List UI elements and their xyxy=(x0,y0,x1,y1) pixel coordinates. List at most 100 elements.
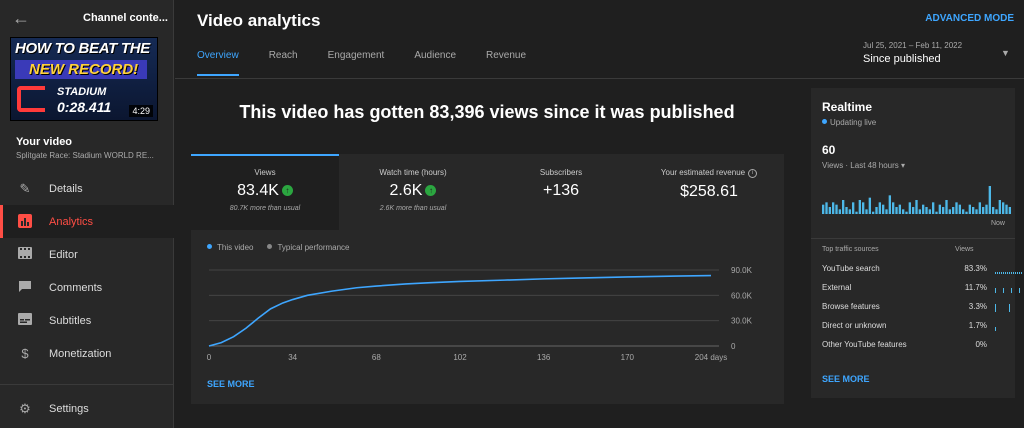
metric-value: +136 xyxy=(542,182,580,199)
realtime-bar xyxy=(998,200,1001,214)
analytics-tabs: Overview Reach Engagement Audience Reven… xyxy=(197,50,556,76)
realtime-bar xyxy=(835,204,838,214)
realtime-bar xyxy=(915,200,918,214)
realtime-bar xyxy=(1008,207,1011,214)
metric-label: Views xyxy=(254,168,276,177)
traffic-source-pct: 0% xyxy=(975,340,987,349)
sparkline-bar xyxy=(1007,272,1008,274)
info-icon[interactable]: i xyxy=(748,169,758,178)
traffic-source-label: External xyxy=(822,283,852,292)
realtime-bar xyxy=(892,202,895,214)
realtime-bar xyxy=(975,209,978,214)
y-tick-label: 90.0K xyxy=(731,266,753,275)
y-tick-label: 60.0K xyxy=(731,291,753,300)
realtime-bar xyxy=(865,209,868,214)
realtime-bar xyxy=(935,211,938,214)
sidebar-item-editor[interactable]: Editor xyxy=(0,238,174,271)
traffic-source-sparkline xyxy=(995,327,996,331)
views-line-chart: 0 30.0K 60.0K 90.0K 0 34 68 102 136 170 204 days xyxy=(207,266,753,362)
realtime-bar xyxy=(972,207,975,214)
realtime-bar xyxy=(842,200,845,214)
tab-overview[interactable]: Overview xyxy=(197,50,239,76)
x-tick-label: 34 xyxy=(288,353,297,362)
realtime-bar xyxy=(958,204,961,214)
metric-comparison: 80.7K more than usual xyxy=(229,205,301,212)
realtime-bar xyxy=(1005,204,1008,214)
sparkline-bar xyxy=(1003,272,1004,274)
back-arrow-icon[interactable]: ← xyxy=(12,8,30,28)
realtime-bar xyxy=(982,207,985,214)
pencil-icon: ✎ xyxy=(19,180,31,196)
realtime-bar xyxy=(905,211,908,214)
sidebar-item-subtitles[interactable]: Subtitles xyxy=(0,304,174,337)
tab-audience[interactable]: Audience xyxy=(414,50,456,76)
sidebar: ← Channel conte... HOW TO BEAT THE NEW R… xyxy=(0,0,174,428)
video-thumbnail[interactable]: HOW TO BEAT THE NEW RECORD! STADIUM 0:28… xyxy=(10,37,158,121)
overview-card: Views 83.4K ↑ 80.7K more than usual Watch… xyxy=(191,154,784,404)
splitgate-logo xyxy=(17,86,45,112)
sparkline-bar xyxy=(1013,272,1014,274)
metric-views[interactable]: Views 83.4K ↑ 80.7K more than usual xyxy=(191,154,339,230)
x-tick-label: 170 xyxy=(621,353,635,362)
arrow-up-icon: ↑ xyxy=(425,185,437,196)
see-more-button[interactable]: SEE MORE xyxy=(207,379,255,389)
sources-header: Top traffic sources xyxy=(822,246,879,253)
realtime-divider xyxy=(811,238,1015,239)
thumbnail-text-2: NEW RECORD! xyxy=(29,61,139,78)
tab-revenue[interactable]: Revenue xyxy=(486,50,526,76)
sidebar-item-comments[interactable]: Comments xyxy=(0,271,174,304)
realtime-bar xyxy=(945,200,948,214)
thumbnail-text-3: STADIUM xyxy=(57,86,107,98)
traffic-source-row: YouTube search 83.3% xyxy=(822,264,1022,276)
realtime-bar xyxy=(995,209,998,214)
realtime-bar xyxy=(928,209,931,214)
sidebar-item-monetization[interactable]: $ Monetization xyxy=(0,337,174,370)
tab-reach[interactable]: Reach xyxy=(269,50,298,76)
tab-engagement[interactable]: Engagement xyxy=(328,50,385,76)
date-range[interactable]: Jul 25, 2021 – Feb 11, 2022 xyxy=(863,41,962,50)
advanced-mode-button[interactable]: ADVANCED MODE xyxy=(925,13,1014,24)
thumbnail-text-1: HOW TO BEAT THE xyxy=(15,40,150,57)
realtime-bar xyxy=(898,204,901,214)
traffic-source-row: Direct or unknown 1.7% xyxy=(822,321,1012,333)
chevron-down-icon[interactable]: ▼ xyxy=(1001,48,1010,58)
realtime-bar xyxy=(978,202,981,214)
traffic-source-sparkline xyxy=(995,340,1023,350)
tabs-divider xyxy=(175,78,1024,79)
sidebar-item-label: Details xyxy=(49,182,83,195)
metric-revenue[interactable]: Your estimated revenue i $258.61 xyxy=(635,154,783,230)
realtime-period-selector[interactable]: Views · Last 48 hours ▾ xyxy=(822,161,905,170)
settings-row[interactable]: ⚙ Settings xyxy=(0,392,174,425)
x-tick-label: 0 xyxy=(207,353,212,362)
metric-subscribers[interactable]: Subscribers +136 xyxy=(487,154,635,230)
legend-this-video: This video xyxy=(207,243,253,252)
sidebar-item-analytics[interactable]: Analytics xyxy=(0,205,174,238)
realtime-bar xyxy=(962,209,965,214)
sparkline-bar xyxy=(1009,272,1010,274)
sparkline-bar xyxy=(999,272,1000,274)
sidebar-divider xyxy=(0,384,174,385)
sidebar-item-details[interactable]: ✎ Details xyxy=(0,172,174,205)
realtime-see-more-button[interactable]: SEE MORE xyxy=(822,374,870,384)
realtime-bar xyxy=(838,209,841,214)
comment-icon xyxy=(17,280,33,296)
sparkline-bar xyxy=(995,288,996,293)
metric-label: Your estimated revenue xyxy=(660,168,746,177)
realtime-bar xyxy=(985,204,988,214)
realtime-bar xyxy=(968,204,971,214)
metric-tabs: Views 83.4K ↑ 80.7K more than usual Watch… xyxy=(191,154,784,230)
traffic-source-label: Direct or unknown xyxy=(822,321,887,330)
realtime-bar xyxy=(825,202,828,214)
period-selector[interactable]: Since published xyxy=(863,53,941,65)
realtime-bar xyxy=(852,202,855,214)
metric-watch-time[interactable]: Watch time (hours) 2.6K ↑ 2.6K more than … xyxy=(339,154,487,230)
realtime-count: 60 xyxy=(822,143,836,157)
sidebar-item-settings[interactable]: ⚙ Settings xyxy=(0,392,174,425)
y-tick-label: 0 xyxy=(731,342,736,351)
main-content: Video analytics ADVANCED MODE Overview R… xyxy=(175,0,1024,428)
views-header: Views xyxy=(955,246,974,253)
views-headline: This video has gotten 83,396 views since… xyxy=(239,102,735,122)
traffic-source-pct: 3.3% xyxy=(968,302,987,311)
realtime-bar xyxy=(885,209,888,214)
traffic-source-label: YouTube search xyxy=(822,264,880,273)
